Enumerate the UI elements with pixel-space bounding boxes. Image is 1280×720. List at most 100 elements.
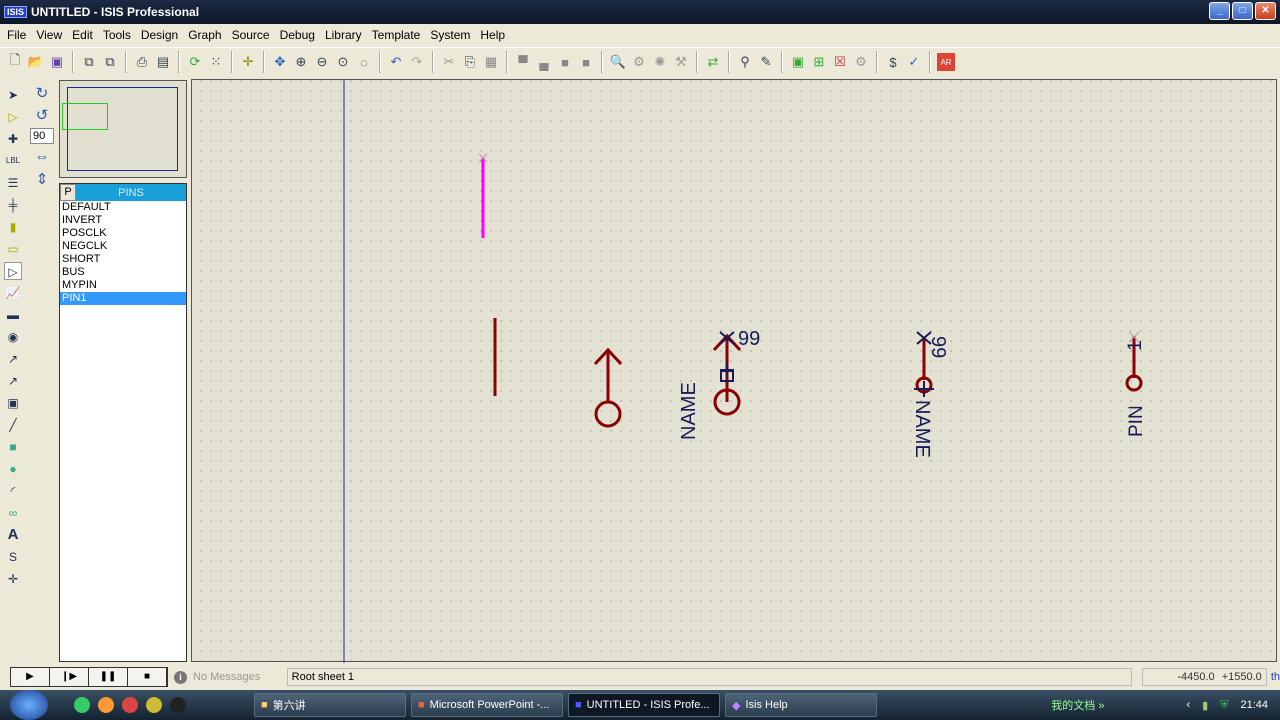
quicklaunch-app-icon[interactable] bbox=[74, 697, 90, 713]
new-icon[interactable]: 🗋 bbox=[6, 52, 24, 71]
mirror-x-icon[interactable]: ⇔ bbox=[35, 148, 50, 166]
pin-item-default[interactable]: DEFAULT bbox=[60, 201, 186, 214]
play-button[interactable]: ▶ bbox=[11, 668, 50, 686]
task-isis[interactable]: ■ UNTITLED - ISIS Profe... bbox=[568, 693, 720, 717]
invert-pin[interactable] bbox=[593, 347, 623, 428]
task-isis-help[interactable]: ◆ Isis Help bbox=[725, 693, 877, 717]
terminals-icon[interactable]: ▭ bbox=[4, 240, 22, 258]
buses-icon[interactable]: ╪ bbox=[4, 196, 22, 214]
wire-autorouter-icon[interactable]: ⇄ bbox=[704, 53, 722, 71]
refresh-icon[interactable]: ⟳ bbox=[186, 53, 204, 71]
zoom-out-icon[interactable]: ⊖ bbox=[313, 53, 331, 71]
pin-item-negclk[interactable]: NEGCLK bbox=[60, 240, 186, 253]
pin-item-bus[interactable]: BUS bbox=[60, 266, 186, 279]
paste-icon[interactable]: ▦ bbox=[482, 53, 500, 71]
menu-edit[interactable]: Edit bbox=[67, 28, 98, 42]
tray-expand-icon[interactable]: ‹ bbox=[1186, 699, 1190, 711]
arc-icon[interactable]: ◜ bbox=[4, 482, 22, 500]
make-device-icon[interactable]: ⚙ bbox=[630, 53, 648, 71]
pin-item-invert[interactable]: INVERT bbox=[60, 214, 186, 227]
property-assign-icon[interactable]: ✎ bbox=[757, 53, 775, 71]
undo-icon[interactable]: ↶ bbox=[387, 53, 405, 71]
step-button[interactable]: ❙▶ bbox=[50, 668, 89, 686]
graph-icon[interactable]: 📈 bbox=[4, 284, 22, 302]
mirror-y-icon[interactable]: ⇕ bbox=[36, 170, 49, 188]
message-area[interactable]: i No Messages bbox=[174, 670, 281, 684]
start-button[interactable] bbox=[10, 690, 48, 720]
menu-design[interactable]: Design bbox=[136, 28, 183, 42]
menu-system[interactable]: System bbox=[425, 28, 475, 42]
redo-icon[interactable]: ↷ bbox=[408, 53, 426, 71]
generator-icon[interactable]: ◉ bbox=[4, 328, 22, 346]
junction-dot-icon[interactable]: ✚ bbox=[4, 130, 22, 148]
menu-tools[interactable]: Tools bbox=[98, 28, 136, 42]
close-button[interactable]: ✕ bbox=[1255, 2, 1276, 20]
task-folder[interactable]: ■ 第六讲 bbox=[254, 693, 406, 717]
maximize-button[interactable]: □ bbox=[1232, 2, 1253, 20]
zoom-area-icon[interactable]: ◌ bbox=[355, 53, 373, 71]
new-sheet-icon[interactable]: ▣ bbox=[789, 53, 807, 71]
print-icon[interactable]: ⎙ bbox=[133, 53, 151, 71]
block-delete-icon[interactable]: ■ bbox=[577, 53, 595, 71]
wire-label-icon[interactable]: LBL bbox=[4, 152, 22, 170]
text-icon[interactable]: A bbox=[4, 526, 22, 544]
pin-item-mypin[interactable]: MYPIN bbox=[60, 279, 186, 292]
cut-icon[interactable]: ✂ bbox=[440, 53, 458, 71]
view-area[interactable] bbox=[62, 103, 108, 130]
menu-graph[interactable]: Graph bbox=[183, 28, 226, 42]
grid-icon[interactable]: ⁙ bbox=[207, 53, 225, 71]
quicklaunch-app-icon[interactable] bbox=[146, 697, 162, 713]
minimize-button[interactable]: _ bbox=[1209, 2, 1230, 20]
import-icon[interactable]: ⧉ bbox=[80, 53, 98, 71]
menu-source[interactable]: Source bbox=[227, 28, 275, 42]
ares-icon[interactable]: AR bbox=[937, 53, 955, 71]
task-powerpoint[interactable]: ■ Microsoft PowerPoint -... bbox=[411, 693, 563, 717]
my-documents-toolbar[interactable]: 我的文档 » bbox=[1051, 697, 1104, 713]
menu-help[interactable]: Help bbox=[475, 28, 510, 42]
export-icon[interactable]: ⧉ bbox=[101, 53, 119, 71]
goto-child-icon[interactable]: ☒ bbox=[831, 53, 849, 71]
rotation-angle-input[interactable] bbox=[30, 128, 54, 144]
packaging-icon[interactable]: ✺ bbox=[651, 53, 669, 71]
menu-debug[interactable]: Debug bbox=[275, 28, 320, 42]
device-pins-icon[interactable]: ▷ bbox=[4, 262, 22, 280]
stop-button[interactable]: ■ bbox=[128, 668, 167, 686]
pick-device-icon[interactable]: 🔍 bbox=[609, 53, 627, 71]
block-rotate-icon[interactable]: ■ bbox=[556, 53, 574, 71]
block-move-icon[interactable]: ▄ bbox=[535, 53, 553, 71]
menu-file[interactable]: File bbox=[2, 28, 31, 42]
copy-icon[interactable]: ⎘ bbox=[461, 53, 479, 71]
pick-button[interactable]: P bbox=[60, 184, 76, 201]
menu-template[interactable]: Template bbox=[367, 28, 426, 42]
tape-recorder-icon[interactable]: ▬ bbox=[4, 306, 22, 324]
zoom-in-icon[interactable]: ⊕ bbox=[292, 53, 310, 71]
path-icon[interactable]: ∞ bbox=[4, 504, 22, 522]
symbol-icon[interactable]: S bbox=[4, 548, 22, 566]
open-icon[interactable]: 📂 bbox=[27, 53, 45, 71]
pin-item-pin1[interactable]: PIN1 bbox=[60, 292, 186, 305]
netlist-ares-icon[interactable]: ✓ bbox=[905, 53, 923, 71]
erc-icon[interactable]: $ bbox=[884, 53, 902, 71]
search-tag-icon[interactable]: ⚲ bbox=[736, 53, 754, 71]
pin-item-short[interactable]: SHORT bbox=[60, 253, 186, 266]
pin-item-posclk[interactable]: POSCLK bbox=[60, 227, 186, 240]
print-area-icon[interactable]: ▤ bbox=[154, 53, 172, 71]
menu-library[interactable]: Library bbox=[320, 28, 367, 42]
mypin-pin[interactable] bbox=[712, 331, 742, 416]
virtual-instruments-icon[interactable]: ▣ bbox=[4, 394, 22, 412]
units[interactable]: th bbox=[1271, 671, 1280, 683]
box-icon[interactable]: ■ bbox=[4, 438, 22, 456]
save-icon[interactable]: ▣ bbox=[48, 53, 66, 71]
selection-mode-icon[interactable]: ➤ bbox=[4, 86, 22, 104]
remove-sheet-icon[interactable]: ⊞ bbox=[810, 53, 828, 71]
marker-icon[interactable]: ✛ bbox=[4, 570, 22, 588]
pan-icon[interactable]: ✥ bbox=[271, 53, 289, 71]
rotate-anticlockwise-icon[interactable]: ↺ bbox=[36, 106, 49, 124]
current-probe-icon[interactable]: ↗ bbox=[4, 372, 22, 390]
menu-view[interactable]: View bbox=[31, 28, 67, 42]
voltage-probe-icon[interactable]: ↗ bbox=[4, 350, 22, 368]
overview-window[interactable] bbox=[59, 80, 187, 178]
security-shield-icon[interactable]: ⛨ bbox=[1220, 699, 1228, 712]
selected-pin[interactable] bbox=[478, 153, 488, 238]
text-script-icon[interactable]: ☰ bbox=[4, 174, 22, 192]
